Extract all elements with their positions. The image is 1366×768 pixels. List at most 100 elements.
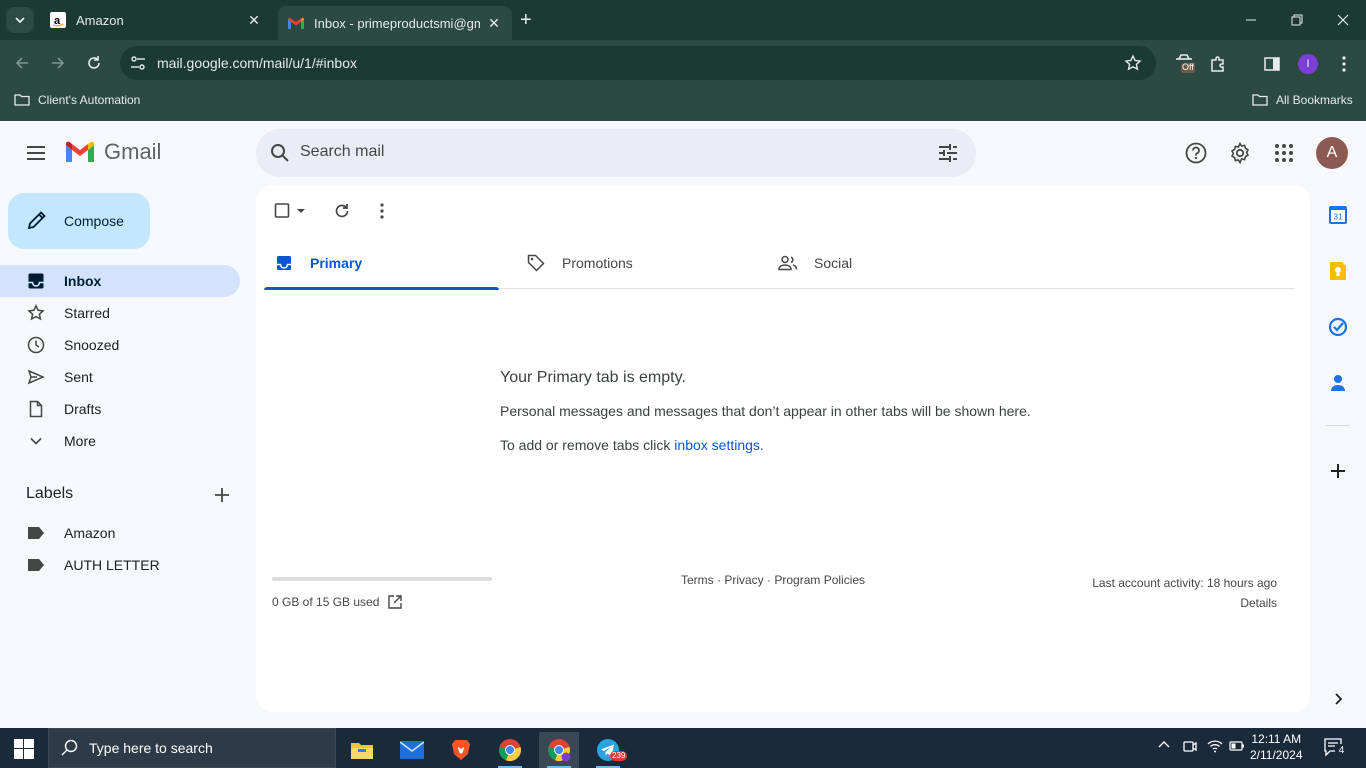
- refresh-button[interactable]: [330, 199, 354, 223]
- forward-button[interactable]: [46, 51, 70, 75]
- taskbar-search-placeholder: Type here to search: [89, 740, 213, 756]
- main-menu-button[interactable]: [24, 141, 48, 165]
- nav-item-inbox[interactable]: Inbox: [0, 265, 240, 297]
- search-input[interactable]: Search mail: [300, 143, 384, 161]
- contacts-app-button[interactable]: [1328, 373, 1348, 393]
- site-settings-icon[interactable]: [129, 54, 147, 72]
- label-icon: [26, 523, 46, 543]
- compose-label: Compose: [64, 213, 124, 229]
- bookmarks-bar: Client's Automation All Bookmarks: [0, 86, 1366, 121]
- tab-close-icon[interactable]: ✕: [246, 12, 262, 29]
- tab-search-button[interactable]: [6, 7, 34, 33]
- gmail-logo[interactable]: Gmail: [64, 139, 161, 165]
- google-apps-button[interactable]: [1272, 141, 1296, 165]
- taskbar-search[interactable]: Type here to search: [48, 728, 336, 768]
- show-side-panel-button[interactable]: [1328, 689, 1348, 709]
- tab-social[interactable]: Social: [768, 237, 1003, 289]
- search-icon[interactable]: [268, 141, 292, 170]
- back-button[interactable]: [10, 51, 34, 75]
- extensions-button[interactable]: [1206, 52, 1230, 76]
- calendar-app-button[interactable]: 31: [1328, 205, 1348, 225]
- tab-close-icon[interactable]: ✕: [486, 15, 502, 32]
- side-panel: 31: [1310, 185, 1366, 728]
- minimize-button[interactable]: [1239, 8, 1263, 32]
- label-item-auth-letter[interactable]: AUTH LETTER: [0, 549, 240, 581]
- battery-icon: [1229, 741, 1244, 751]
- clock-date: 2/11/2024: [1250, 748, 1303, 762]
- browser-tab-amazon[interactable]: a Amazon ✕: [40, 0, 272, 40]
- contacts-icon: [1331, 375, 1345, 391]
- gmail-logo-icon: [66, 141, 94, 162]
- notification-count: 4: [1335, 744, 1348, 757]
- nav-item-starred[interactable]: Starred: [0, 297, 240, 329]
- nav-item-drafts[interactable]: Drafts: [0, 393, 240, 425]
- network-button[interactable]: [1207, 738, 1223, 757]
- browser-menu-button[interactable]: [1332, 52, 1356, 76]
- brave-browser-button[interactable]: [441, 732, 481, 768]
- bookmark-folder-clients-automation[interactable]: Client's Automation: [14, 93, 140, 107]
- new-tab-button[interactable]: +: [520, 10, 532, 30]
- tab-label: Promotions: [562, 255, 633, 271]
- battery-button[interactable]: [1229, 738, 1245, 757]
- get-addons-button[interactable]: [1328, 461, 1348, 481]
- minimize-icon: [1246, 19, 1256, 21]
- search-options-button[interactable]: [936, 141, 960, 170]
- bookmark-star-icon[interactable]: [1124, 54, 1142, 77]
- storage-info: 0 GB of 15 GB used: [272, 594, 403, 610]
- chrome-button[interactable]: [490, 732, 530, 768]
- label-item-amazon[interactable]: Amazon: [0, 517, 240, 549]
- compose-button[interactable]: Compose: [8, 193, 150, 249]
- inbox-settings-link[interactable]: inbox settings: [674, 437, 760, 453]
- chrome-profile-button[interactable]: [539, 732, 579, 768]
- all-bookmarks-button[interactable]: All Bookmarks: [1252, 93, 1353, 107]
- more-actions-button[interactable]: [370, 199, 394, 223]
- keep-app-button[interactable]: [1328, 261, 1348, 281]
- restore-button[interactable]: [1285, 8, 1309, 32]
- restore-icon: [1291, 14, 1303, 26]
- footer-links: Terms · Privacy · Program Policies: [681, 573, 865, 587]
- privacy-link[interactable]: Privacy: [724, 573, 763, 587]
- tasks-app-button[interactable]: [1328, 317, 1348, 337]
- support-button[interactable]: [1184, 141, 1208, 165]
- chrome-icon: [499, 739, 521, 762]
- extension-off-button[interactable]: Off: [1172, 50, 1196, 74]
- mail-icon: [400, 741, 424, 759]
- more-vertical-icon: [1342, 56, 1346, 72]
- settings-button[interactable]: [1228, 141, 1252, 165]
- browser-tab-inbox[interactable]: Inbox - primeproductsmi@gma ✕: [278, 6, 512, 40]
- show-hidden-icons-button[interactable]: [1157, 738, 1171, 755]
- meet-now-button[interactable]: [1182, 738, 1198, 757]
- mail-list-panel: Primary Promotions Social Your Primary t…: [256, 185, 1310, 712]
- start-button[interactable]: [14, 739, 34, 764]
- create-label-button[interactable]: [212, 485, 232, 505]
- notification-center-button[interactable]: 4: [1324, 738, 1348, 763]
- account-avatar[interactable]: A: [1316, 137, 1348, 169]
- nav-item-label: Starred: [64, 305, 110, 321]
- apps-grid-icon: [1275, 144, 1293, 162]
- system-clock[interactable]: 12:11 AM 2/11/2024: [1250, 731, 1303, 763]
- select-checkbox[interactable]: [274, 199, 314, 223]
- nav-item-snoozed[interactable]: Snoozed: [0, 329, 240, 361]
- file-explorer-button[interactable]: [342, 732, 382, 768]
- profile-avatar: I: [1298, 54, 1318, 74]
- nav-item-sent[interactable]: Sent: [0, 361, 240, 393]
- terms-link[interactable]: Terms: [681, 573, 714, 587]
- reload-button[interactable]: [82, 51, 106, 75]
- tasks-icon: [1328, 317, 1348, 337]
- close-window-button[interactable]: [1331, 8, 1355, 32]
- activity-details-link[interactable]: Details: [1092, 593, 1277, 613]
- tab-primary[interactable]: Primary: [264, 237, 499, 290]
- search-bar[interactable]: Search mail: [256, 129, 976, 177]
- nav-item-more[interactable]: More: [0, 425, 240, 457]
- amazon-favicon-icon: a: [50, 12, 66, 28]
- address-bar[interactable]: mail.google.com/mail/u/1/#inbox: [120, 46, 1156, 80]
- profile-button[interactable]: I: [1296, 52, 1320, 76]
- tab-promotions[interactable]: Promotions: [516, 237, 751, 289]
- telegram-button[interactable]: 239: [588, 732, 628, 768]
- mail-app-button[interactable]: [392, 732, 432, 768]
- send-icon: [26, 367, 46, 387]
- program-policies-link[interactable]: Program Policies: [774, 573, 865, 587]
- camera-icon: [1183, 741, 1197, 752]
- side-panel-button[interactable]: [1260, 52, 1284, 76]
- open-in-new-icon[interactable]: [387, 594, 403, 610]
